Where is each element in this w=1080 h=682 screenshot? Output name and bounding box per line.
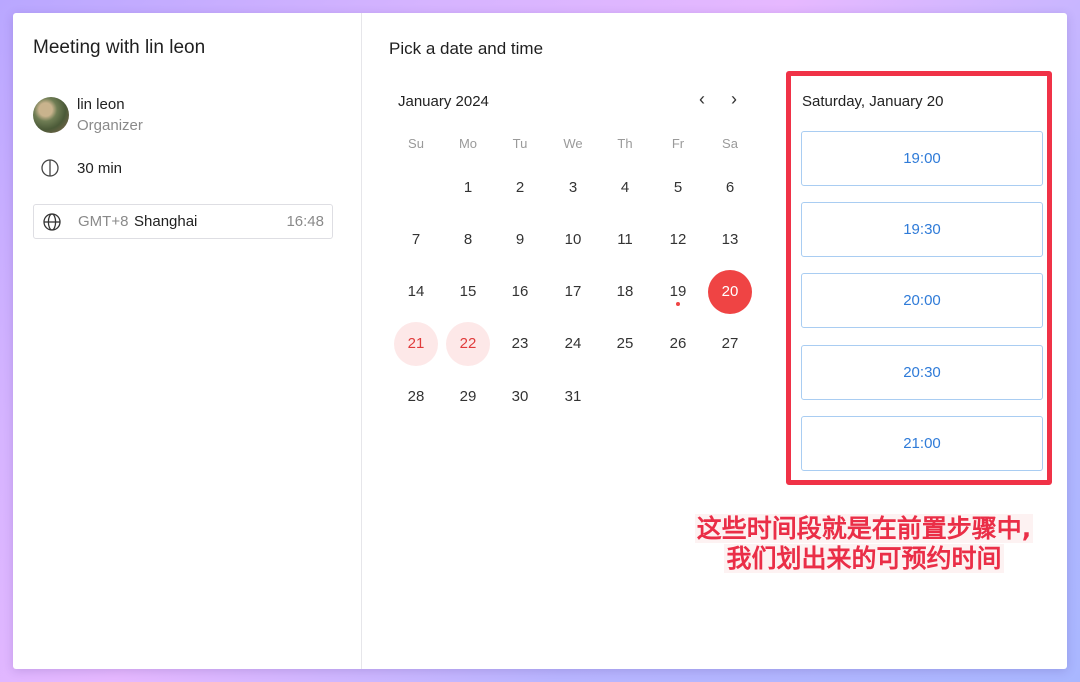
calendar-day-number: 17 bbox=[564, 283, 582, 300]
calendar-day-number: 14 bbox=[407, 283, 425, 300]
time-slot-button[interactable]: 20:30 bbox=[801, 344, 1043, 400]
selected-date-label: Saturday, January 20 bbox=[802, 93, 944, 110]
calendar-day[interactable]: 23 bbox=[498, 322, 542, 366]
calendar-day[interactable]: 10 bbox=[551, 218, 595, 262]
calendar-day-number: 4 bbox=[620, 179, 630, 196]
calendar-day[interactable]: 5 bbox=[656, 166, 700, 210]
calendar-day[interactable]: 7 bbox=[394, 218, 438, 262]
duration-text: 30 min bbox=[77, 160, 123, 177]
calendar-day[interactable]: 21 bbox=[394, 322, 438, 366]
weekday-label: Tu bbox=[512, 136, 528, 151]
calendar-day[interactable]: 9 bbox=[498, 218, 542, 262]
calendar-day-number: 21 bbox=[407, 335, 425, 352]
calendar-day[interactable]: 30 bbox=[498, 375, 542, 419]
calendar-day[interactable]: 13 bbox=[708, 218, 752, 262]
calendar-day[interactable]: 25 bbox=[603, 322, 647, 366]
calendar-day-number: 13 bbox=[721, 231, 739, 248]
annotation-line-1: 这些时间段就是在前置步骤中, bbox=[694, 514, 1034, 543]
calendar-day[interactable]: 2 bbox=[498, 166, 542, 210]
chevron-right-icon[interactable]: › bbox=[731, 89, 737, 110]
calendar-day-number: 23 bbox=[511, 335, 529, 352]
duration-icon bbox=[41, 159, 59, 177]
calendar-day[interactable]: 27 bbox=[708, 322, 752, 366]
calendar-day[interactable]: 4 bbox=[603, 166, 647, 210]
time-slot-button[interactable]: 21:00 bbox=[801, 415, 1043, 471]
calendar-day-number: 19 bbox=[669, 283, 687, 300]
weekday-label: Mo bbox=[458, 136, 478, 151]
calendar-day-number: 29 bbox=[459, 388, 477, 405]
picker-title: Pick a date and time bbox=[389, 39, 544, 58]
annotation-line-2: 我们划出来的可预约时间 bbox=[724, 544, 1004, 573]
calendar-day-number: 24 bbox=[564, 335, 582, 352]
annotation-note: 这些时间段就是在前置步骤中, 我们划出来的可预约时间 bbox=[672, 514, 1056, 574]
calendar-day[interactable]: 20 bbox=[708, 270, 752, 314]
calendar-day[interactable]: 28 bbox=[394, 375, 438, 419]
calendar-day[interactable]: 14 bbox=[394, 270, 438, 314]
meeting-title: Meeting with lin leon bbox=[33, 37, 206, 58]
organizer-name: lin leon bbox=[77, 96, 125, 113]
calendar-day[interactable]: 31 bbox=[551, 375, 595, 419]
calendar-day-number: 9 bbox=[515, 231, 525, 248]
calendar-day-number: 3 bbox=[568, 179, 578, 196]
globe-icon bbox=[43, 213, 61, 231]
avatar bbox=[33, 97, 69, 133]
calendar-day[interactable]: 11 bbox=[603, 218, 647, 262]
calendar-day-number: 27 bbox=[721, 335, 739, 352]
timezone-offset: GMT+8 bbox=[78, 213, 129, 230]
calendar-day-number: 28 bbox=[407, 388, 425, 405]
calendar-day[interactable]: 3 bbox=[551, 166, 595, 210]
calendar-day-number: 11 bbox=[617, 231, 633, 248]
calendar-day[interactable]: 6 bbox=[708, 166, 752, 210]
calendar-day-number: 6 bbox=[725, 179, 735, 196]
calendar-day-number: 2 bbox=[515, 179, 525, 196]
calendar-day-number: 15 bbox=[459, 283, 477, 300]
month-label: January 2024 bbox=[398, 93, 489, 110]
time-slot-button[interactable]: 19:30 bbox=[801, 202, 1043, 258]
calendar-day[interactable]: 17 bbox=[551, 270, 595, 314]
calendar-day-number: 7 bbox=[411, 231, 421, 248]
weekday-label: Su bbox=[408, 136, 424, 151]
organizer-role: Organizer bbox=[77, 117, 143, 134]
today-indicator-dot bbox=[676, 302, 680, 306]
calendar-day-number: 31 bbox=[564, 388, 582, 405]
calendar-day[interactable]: 16 bbox=[498, 270, 542, 314]
calendar-day-number: 25 bbox=[616, 335, 634, 352]
calendar-day-number: 30 bbox=[511, 388, 529, 405]
calendar-day[interactable]: 26 bbox=[656, 322, 700, 366]
calendar-day-number: 26 bbox=[669, 335, 687, 352]
weekday-label: Sa bbox=[722, 136, 738, 151]
calendar-day[interactable]: 15 bbox=[446, 270, 490, 314]
current-time: 16:48 bbox=[286, 213, 324, 230]
weekday-label: Th bbox=[617, 136, 633, 151]
calendar-day-number: 16 bbox=[511, 283, 529, 300]
weekday-label: We bbox=[563, 136, 583, 151]
calendar-day-number: 18 bbox=[616, 283, 634, 300]
calendar-day[interactable]: 1 bbox=[446, 166, 490, 210]
calendar-day[interactable]: 22 bbox=[446, 322, 490, 366]
calendar-day-number: 1 bbox=[463, 179, 473, 196]
meeting-info-panel: Meeting with lin leon lin leon Organizer… bbox=[13, 13, 362, 669]
calendar-day[interactable]: 18 bbox=[603, 270, 647, 314]
time-slot-button[interactable]: 20:00 bbox=[801, 273, 1043, 329]
calendar-day-number: 5 bbox=[673, 179, 683, 196]
calendar-day[interactable]: 8 bbox=[446, 218, 490, 262]
calendar-day[interactable]: 19 bbox=[656, 270, 700, 314]
timezone-city: Shanghai bbox=[134, 213, 198, 230]
calendar-day[interactable]: 29 bbox=[446, 375, 490, 419]
chevron-left-icon[interactable]: ‹ bbox=[699, 89, 705, 110]
calendar-day-number: 10 bbox=[564, 231, 582, 248]
calendar-day[interactable]: 24 bbox=[551, 322, 595, 366]
timezone-selector[interactable]: GMT+8 Shanghai 16:48 bbox=[33, 204, 333, 239]
calendar-day-number: 22 bbox=[459, 335, 477, 352]
weekday-label: Fr bbox=[671, 136, 685, 151]
calendar-day-number: 12 bbox=[669, 231, 687, 248]
time-slot-button[interactable]: 19:00 bbox=[801, 131, 1043, 186]
calendar-day-number: 20 bbox=[721, 283, 739, 300]
calendar-day[interactable]: 12 bbox=[656, 218, 700, 262]
calendar-day-number: 8 bbox=[463, 231, 473, 248]
